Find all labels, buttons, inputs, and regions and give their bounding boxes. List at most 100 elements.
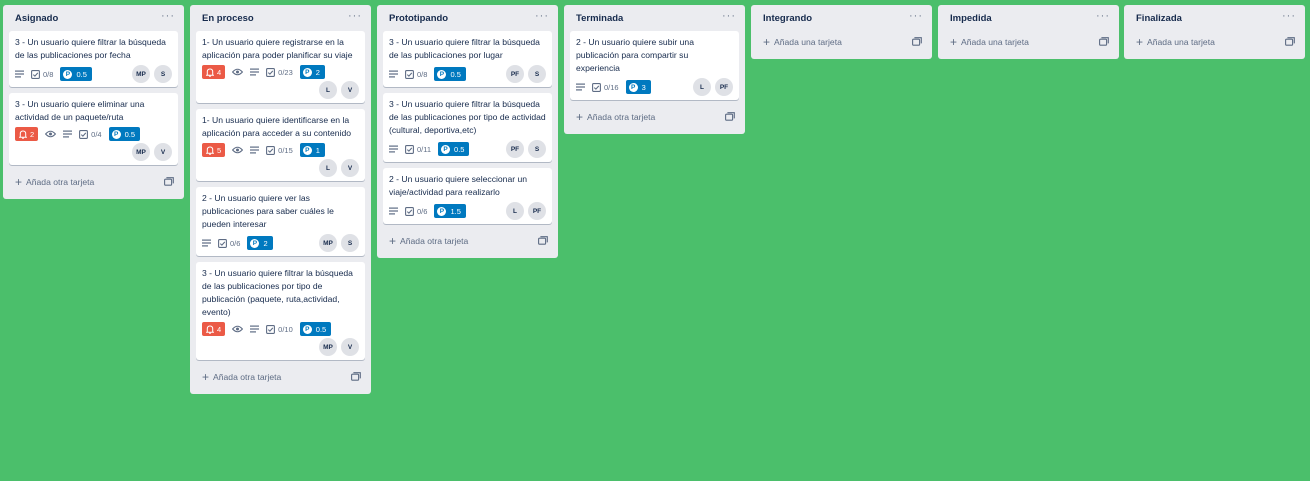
plus-icon: + (1136, 35, 1144, 49)
card[interactable]: 3 - Un usuario quiere eliminar una activ… (9, 93, 178, 165)
member-avatar[interactable]: S (341, 234, 359, 252)
plus-icon: + (202, 370, 210, 384)
card[interactable]: 3 - Un usuario quiere filtrar la búsqued… (196, 262, 365, 360)
plus-icon: + (950, 35, 958, 49)
card-template-icon[interactable] (538, 235, 548, 247)
points-badge: P 0.5 (60, 67, 92, 81)
member-avatar[interactable]: L (319, 159, 337, 177)
list-menu-icon[interactable]: ··· (722, 11, 736, 25)
member-avatar[interactable]: MP (319, 338, 337, 356)
list-title[interactable]: En proceso (202, 13, 254, 24)
checklist-badge: 0/6 (405, 204, 427, 218)
card-title: 3 - Un usuario quiere filtrar la búsqued… (15, 37, 166, 60)
plus-icon: + (576, 110, 584, 124)
member-avatar[interactable]: S (154, 65, 172, 83)
card-title: 3 - Un usuario quiere filtrar la búsqued… (389, 99, 546, 135)
member-avatar[interactable]: S (528, 65, 546, 83)
member-avatar[interactable]: PF (506, 65, 524, 83)
add-card-label: Añada una tarjeta (961, 37, 1029, 47)
member-avatar[interactable]: PF (506, 140, 524, 158)
points-badge: P2 (247, 236, 273, 250)
add-card-button[interactable]: + Añada otra tarjeta (570, 106, 739, 128)
card[interactable]: 3 - Un usuario quiere filtrar la búsqued… (9, 31, 178, 87)
member-avatar[interactable]: PF (528, 202, 546, 220)
card[interactable]: 2 - Un usuario quiere subir una publicac… (570, 31, 739, 100)
bell-icon (206, 324, 214, 334)
checklist-badge: 0/8 (405, 67, 427, 81)
card-template-icon[interactable] (351, 371, 361, 383)
card-template-icon[interactable] (1285, 36, 1295, 48)
alert-count: 5 (217, 145, 222, 155)
checklist-count: 0/4 (91, 129, 102, 139)
card[interactable]: 2 - Un usuario quiere seleccionar un via… (383, 168, 552, 224)
card-template-icon[interactable] (725, 111, 735, 123)
member-avatar[interactable]: V (341, 338, 359, 356)
card-badges: 0/6 P 1.5 L PF (389, 202, 546, 220)
list-title[interactable]: Impedida (950, 13, 992, 24)
list-title[interactable]: Finalizada (1136, 13, 1182, 24)
member-avatar[interactable]: L (319, 81, 337, 99)
card[interactable]: 2 - Un usuario quiere ver las publicacio… (196, 187, 365, 256)
card[interactable]: 3 - Un usuario quiere filtrar la búsqued… (383, 93, 552, 162)
member-avatar[interactable]: S (528, 140, 546, 158)
member-avatar[interactable]: MP (132, 143, 150, 161)
list-menu-icon[interactable]: ··· (535, 11, 549, 25)
board: Asignado ··· 3 - Un usuario quiere filtrar… (0, 0, 1310, 481)
card-badges: 0/16 P 3 L PF (576, 78, 733, 96)
list-menu-icon[interactable]: ··· (1282, 11, 1296, 25)
add-card-button[interactable]: + Añada una tarjeta (1130, 31, 1299, 53)
member-avatar[interactable]: V (341, 159, 359, 177)
card-badges: 5 0/15 P 1 L V (202, 143, 359, 177)
list-menu-icon[interactable]: ··· (161, 11, 175, 25)
card-template-icon[interactable] (912, 36, 922, 48)
member-avatar[interactable]: L (693, 78, 711, 96)
member-avatar[interactable]: MP (132, 65, 150, 83)
checklist-icon (266, 145, 276, 155)
eye-icon (45, 127, 57, 141)
member-avatar[interactable]: V (341, 81, 359, 99)
member-avatar[interactable]: MP (319, 234, 337, 252)
due-alert-badge: 2 (15, 127, 39, 141)
points-value: 0.5 (124, 129, 136, 139)
points-icon: P (441, 144, 451, 154)
alert-count: 4 (217, 67, 222, 77)
list-6: Finalizada ··· + Añada una tarjeta (1124, 5, 1305, 59)
list-header: Asignado ··· (9, 5, 178, 31)
description-icon (250, 65, 260, 79)
add-card-button[interactable]: + Añada una tarjeta (944, 31, 1113, 53)
checklist-badge: 0/4 (79, 127, 102, 141)
card-template-icon[interactable] (164, 176, 174, 188)
add-card-button[interactable]: + Añada otra tarjeta (9, 171, 178, 193)
list-title[interactable]: Asignado (15, 13, 58, 24)
member-avatar[interactable]: L (506, 202, 524, 220)
list-3: Terminada ··· 2 - Un usuario quiere subir … (564, 5, 745, 134)
list-title[interactable]: Integrando (763, 13, 812, 24)
card[interactable]: 3 - Un usuario quiere filtrar la búsqued… (383, 31, 552, 87)
add-card-label: Añada una tarjeta (774, 37, 842, 47)
card-title: 3 - Un usuario quiere filtrar la búsqued… (202, 268, 353, 317)
card-members: MP V (202, 338, 359, 356)
list-menu-icon[interactable]: ··· (1096, 11, 1110, 25)
list-5: Impedida ··· + Añada una tarjeta (938, 5, 1119, 59)
card-badges: 4 0/23 P 2 L V (202, 65, 359, 99)
list-header: En proceso ··· (196, 5, 365, 31)
list-title[interactable]: Prototipando (389, 13, 448, 24)
list-menu-icon[interactable]: ··· (348, 11, 362, 25)
member-avatar[interactable]: PF (715, 78, 733, 96)
points-value: 0.5 (454, 144, 465, 154)
add-card-button[interactable]: + Añada otra tarjeta (383, 230, 552, 252)
due-alert-badge: 4 (202, 65, 226, 79)
card[interactable]: 1- Un usuario quiere registrarse en la a… (196, 31, 365, 103)
card-template-icon[interactable] (1099, 36, 1109, 48)
card[interactable]: 1- Un usuario quiere identificarse en la… (196, 109, 365, 181)
points-badge: P3 (625, 80, 651, 94)
member-avatar[interactable]: V (154, 143, 172, 161)
list-menu-icon[interactable]: ··· (909, 11, 923, 25)
checklist-icon (218, 238, 227, 248)
add-card-button[interactable]: + Añada una tarjeta (757, 31, 926, 53)
checklist-count: 0/6 (417, 206, 428, 216)
checklist-icon (405, 206, 414, 216)
description-icon (250, 322, 260, 336)
list-title[interactable]: Terminada (576, 13, 623, 24)
add-card-button[interactable]: + Añada otra tarjeta (196, 366, 365, 388)
